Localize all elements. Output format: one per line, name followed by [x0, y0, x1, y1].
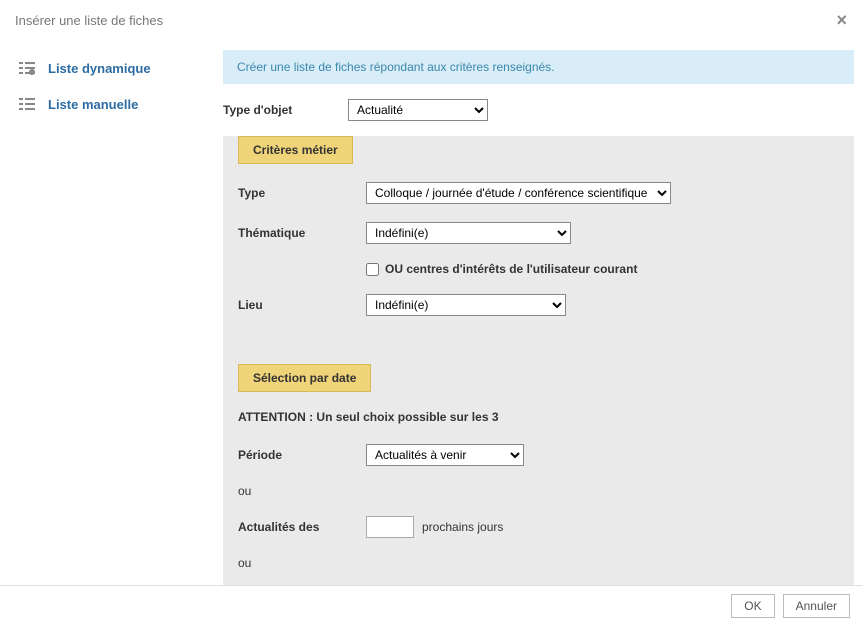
section-date: Sélection par date ATTENTION : Un seul c…	[223, 364, 854, 585]
row-interests-checkbox: OU centres d'intérêts de l'utilisateur c…	[366, 262, 839, 276]
object-type-row: Type d'objet Actualité	[223, 84, 854, 136]
row-period: Période Actualités à venir	[238, 444, 839, 466]
sidebar-item-dynamic-list[interactable]: Liste dynamique	[8, 50, 223, 86]
list-dynamic-icon	[18, 59, 36, 77]
suffix-next-days: prochains jours	[422, 520, 503, 534]
sidebar-item-manual-list[interactable]: Liste manuelle	[8, 86, 223, 122]
sidebar-item-label: Liste manuelle	[48, 97, 138, 112]
dialog-footer: OK Annuler	[0, 585, 862, 625]
label-period: Période	[238, 448, 366, 462]
row-type: Type Colloque / journée d'étude / confér…	[238, 182, 839, 204]
checkbox-interests-label: OU centres d'intérêts de l'utilisateur c…	[385, 262, 637, 276]
close-icon[interactable]: ×	[836, 10, 847, 31]
sidebar: Liste dynamique Liste manuelle	[8, 50, 223, 585]
object-type-label: Type d'objet	[223, 103, 348, 117]
attention-text: ATTENTION : Un seul choix possible sur l…	[238, 410, 839, 424]
row-place: Lieu Indéfini(e)	[238, 294, 839, 316]
main-panel: Créer une liste de fiches répondant aux …	[223, 50, 854, 585]
dialog-body: Liste dynamique Liste manuelle Créer une…	[0, 40, 862, 585]
select-place[interactable]: Indéfini(e)	[366, 294, 566, 316]
or-text-1: ou	[238, 484, 839, 498]
info-banner: Créer une liste de fiches répondant aux …	[223, 50, 854, 84]
row-theme: Thématique Indéfini(e)	[238, 222, 839, 244]
dialog-title: Insérer une liste de fiches	[15, 13, 163, 28]
or-text-2: ou	[238, 556, 839, 570]
section-criteria-header: Critères métier	[238, 136, 353, 164]
dialog-header: Insérer une liste de fiches ×	[0, 0, 862, 40]
label-place: Lieu	[238, 298, 366, 312]
label-theme: Thématique	[238, 226, 366, 240]
checkbox-interests[interactable]	[366, 263, 379, 276]
input-next-days[interactable]	[366, 516, 414, 538]
object-type-select[interactable]: Actualité	[348, 99, 488, 121]
select-type[interactable]: Colloque / journée d'étude / conférence …	[366, 182, 671, 204]
list-manual-icon	[18, 95, 36, 113]
section-criteria: Critères métier Type Colloque / journée …	[223, 136, 854, 364]
section-date-header: Sélection par date	[238, 364, 371, 392]
cancel-button[interactable]: Annuler	[783, 594, 850, 618]
select-period[interactable]: Actualités à venir	[366, 444, 524, 466]
row-next-days: Actualités des prochains jours	[238, 516, 839, 538]
scroll-area[interactable]: Critères métier Type Colloque / journée …	[223, 136, 854, 585]
label-next-days: Actualités des	[238, 520, 366, 534]
select-theme[interactable]: Indéfini(e)	[366, 222, 571, 244]
ok-button[interactable]: OK	[731, 594, 774, 618]
label-type: Type	[238, 186, 366, 200]
sidebar-item-label: Liste dynamique	[48, 61, 151, 76]
